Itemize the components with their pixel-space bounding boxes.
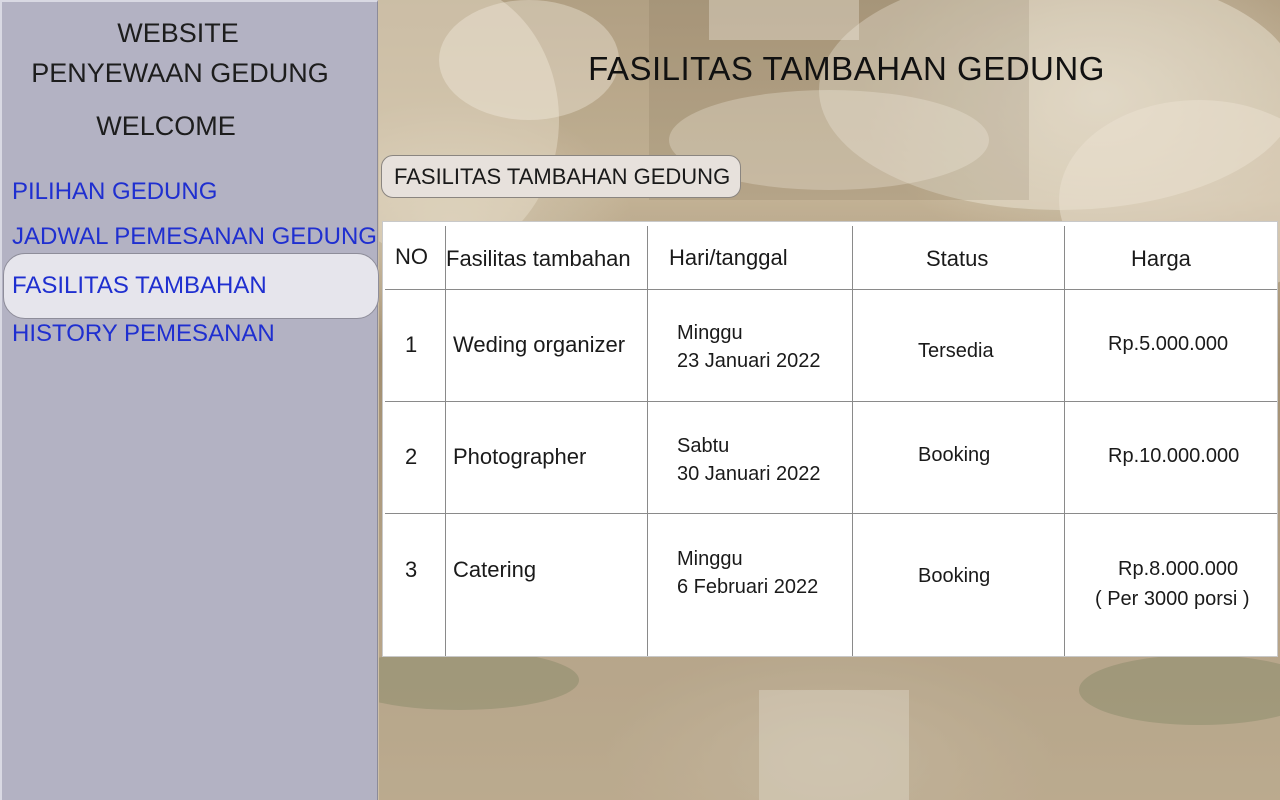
row2-harga: Rp.10.000.000 [1108, 445, 1240, 467]
header-no: NO [395, 244, 428, 269]
row1-no: 1 [405, 332, 418, 357]
row1-harga: Rp.5.000.000 [1108, 333, 1229, 355]
nav-item-history-pemesanan[interactable]: HISTORY PEMESANAN [12, 320, 275, 348]
header-status: Status [926, 246, 989, 271]
row2-fasilitas: Photographer [453, 444, 587, 469]
nav-item-fasilitas-tambahan[interactable]: FASILITAS TAMBAHAN [12, 272, 267, 300]
header-hari-tanggal: Hari/tanggal [669, 245, 788, 270]
table-row-divider [385, 289, 1277, 290]
row2-no: 2 [405, 444, 418, 469]
row1-status: Tersedia [918, 340, 994, 362]
row2-status: Booking [918, 444, 991, 466]
brand-title-line2: PENYEWAAN GEDUNG [31, 58, 329, 88]
header-fasilitas: Fasilitas tambahan [446, 246, 631, 271]
section-tab-fasilitas[interactable]: FASILITAS TAMBAHAN GEDUNG [381, 155, 741, 198]
main-content: FASILITAS TAMBAHAN GEDUNG FASILITAS TAMB… [379, 0, 1280, 800]
row3-no: 3 [405, 557, 418, 582]
welcome-text: WELCOME [96, 111, 236, 141]
nav-item-pilihan-gedung[interactable]: PILIHAN GEDUNG [12, 178, 217, 206]
row1-tanggal: 23 Januari 2022 [677, 350, 821, 372]
page-title: FASILITAS TAMBAHAN GEDUNG [588, 50, 1105, 87]
header-harga: Harga [1131, 246, 1191, 271]
table-col-divider [1064, 226, 1065, 656]
brand-title-line1: WEBSITE [117, 18, 239, 48]
row3-status: Booking [918, 565, 991, 587]
table-row-divider [385, 401, 1277, 402]
sidebar: WEBSITE PENYEWAAN GEDUNG WELCOME PILIHAN… [0, 0, 379, 800]
table-col-divider [852, 226, 853, 656]
nav-item-jadwal-pemesanan[interactable]: JADWAL PEMESANAN GEDUNG [12, 223, 377, 251]
row3-tanggal: 6 Februari 2022 [677, 576, 819, 598]
table-col-divider [647, 226, 648, 656]
row3-hari: Minggu [677, 548, 743, 570]
row3-harga-note: ( Per 3000 porsi ) [1095, 588, 1250, 610]
row1-fasilitas: Weding organizer [453, 332, 626, 357]
table-col-divider [445, 226, 446, 656]
row1-hari: Minggu [677, 322, 743, 344]
row3-harga: Rp.8.000.000 [1118, 558, 1239, 580]
row2-hari: Sabtu [677, 435, 730, 457]
row3-fasilitas: Catering [453, 557, 537, 582]
row2-tanggal: 30 Januari 2022 [677, 463, 821, 485]
facilities-table: NO Fasilitas tambahan Hari/tanggal Statu… [382, 221, 1278, 657]
table-row-divider [385, 513, 1277, 514]
